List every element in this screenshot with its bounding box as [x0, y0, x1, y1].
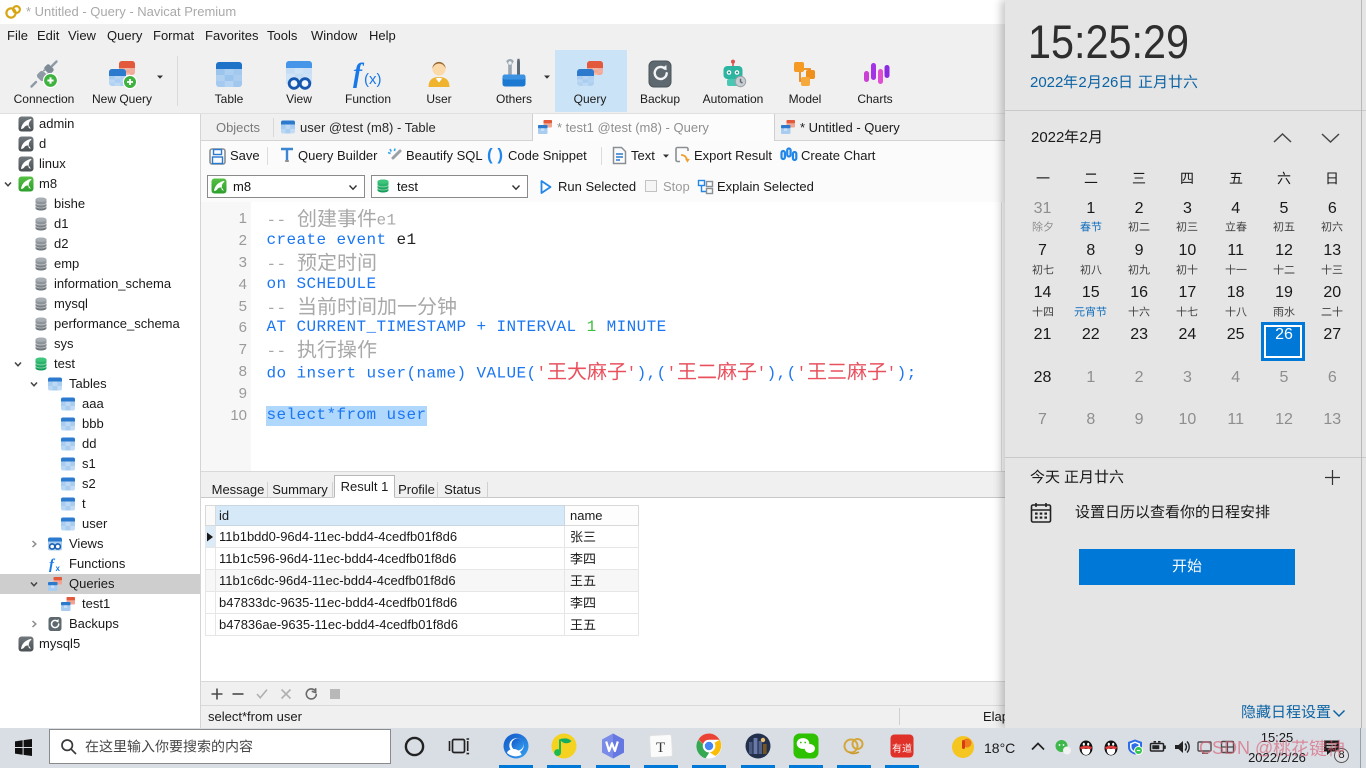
svg-text:x: x [56, 564, 61, 572]
svg-text:(x): (x) [364, 71, 382, 88]
svg-text:T: T [656, 740, 665, 756]
